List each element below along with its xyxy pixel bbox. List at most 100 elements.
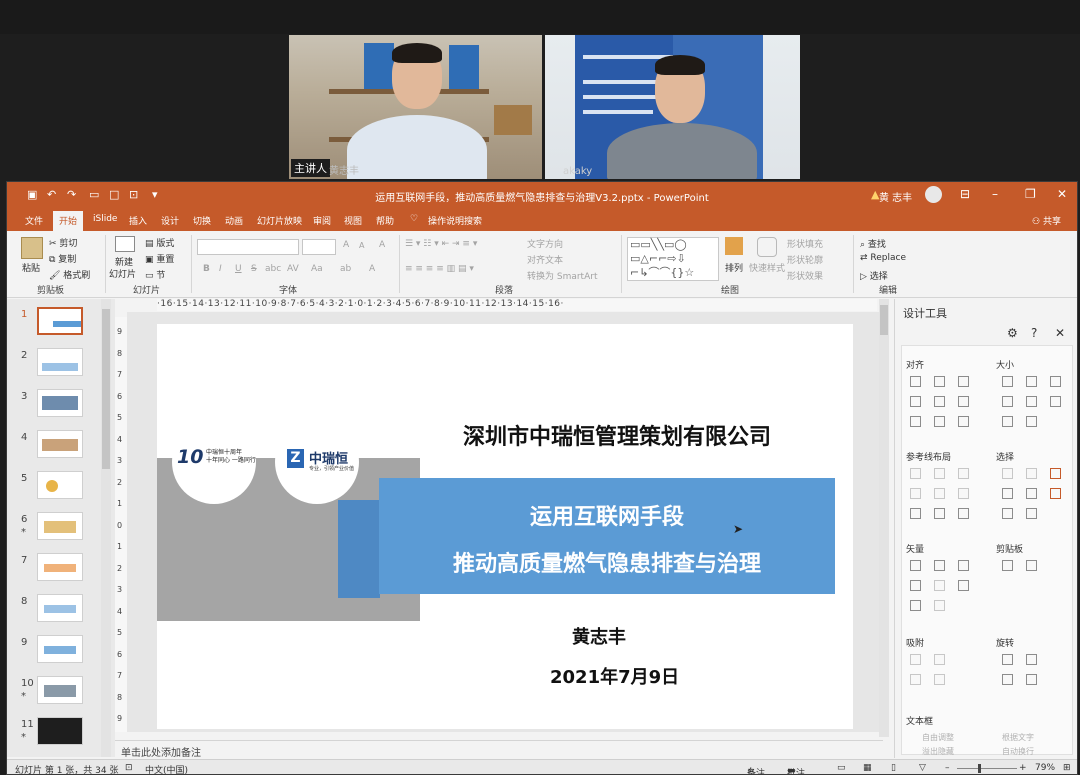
zoom-in-button[interactable]: + <box>1019 763 1027 773</box>
paste-button[interactable]: 粘贴 <box>22 261 40 274</box>
new-slide-button-2[interactable]: 幻灯片 <box>109 267 136 280</box>
guide-bottom-icon[interactable] <box>958 488 969 499</box>
select-stack-icon[interactable] <box>1026 488 1037 499</box>
language[interactable]: 中文(中国) <box>145 763 188 774</box>
rotate-left-icon[interactable] <box>1002 654 1013 665</box>
company-name[interactable]: 深圳市中瑞恒管理策划有限公司 <box>463 419 771 451</box>
zoom-slider-thumb[interactable] <box>978 764 981 773</box>
overflow-option[interactable]: 溢出隐藏 <box>922 746 954 757</box>
tell-me-icon[interactable]: ♡ <box>410 214 418 224</box>
arrange-button[interactable]: 排列 <box>725 261 743 274</box>
same-width-icon[interactable] <box>1002 376 1013 387</box>
fragment-icon[interactable] <box>958 560 969 571</box>
slide-author[interactable]: 黄志丰 <box>572 623 626 649</box>
align-icons[interactable]: ≡ ≡ ≡ ≡ ▥ ▤ ▾ <box>405 264 474 274</box>
tab-slideshow[interactable]: 幻灯片放映 <box>257 214 302 227</box>
slide-1[interactable]: 10 中瑞恒十周年 十年同心 一路同行 Z 中瑞恒 专业，引领产业价值 深圳市中瑞… <box>157 324 853 729</box>
align-left-icon[interactable] <box>910 376 921 387</box>
thumbnail-slide-10[interactable] <box>37 676 83 704</box>
tab-view[interactable]: 视图 <box>344 214 362 227</box>
thumbnail-slide-4[interactable] <box>37 430 83 458</box>
video-tile-participant[interactable]: akaky <box>545 35 800 179</box>
distribute-v-icon[interactable] <box>934 416 945 427</box>
select-up-icon[interactable] <box>1002 488 1013 499</box>
spellcheck-icon[interactable]: ⊡ <box>125 763 133 773</box>
reset-button[interactable]: ▣ 重置 <box>145 252 174 265</box>
font-family-combo[interactable] <box>197 239 299 255</box>
quick-styles-icon[interactable] <box>757 237 777 257</box>
flip-h-icon[interactable] <box>1026 674 1037 685</box>
guide-fill-icon[interactable] <box>958 508 969 519</box>
align-center-icon[interactable] <box>934 376 945 387</box>
grow-font-button[interactable]: A <box>343 240 349 250</box>
snap-2-icon[interactable] <box>934 654 945 665</box>
tab-home[interactable]: 开始 <box>53 211 84 232</box>
close-icon[interactable]: ✕ <box>1055 326 1065 340</box>
select-layer-icon[interactable] <box>1026 508 1037 519</box>
maximize-button[interactable]: ❐ <box>1025 187 1036 201</box>
fit-icon[interactable] <box>1050 396 1061 407</box>
zoom-slider[interactable] <box>957 768 1017 769</box>
rotate-right-icon[interactable] <box>1026 654 1037 665</box>
help-icon[interactable]: ? <box>1031 326 1037 340</box>
copy-format-icon[interactable] <box>1002 560 1013 571</box>
slideshow-view-icon[interactable]: ▽ <box>919 763 926 773</box>
size-lock-icon[interactable] <box>1026 416 1037 427</box>
select-pointer-icon[interactable] <box>1050 488 1061 499</box>
format-painter-button[interactable]: 🖌 格式刷 <box>49 268 90 281</box>
select-checked-icon[interactable] <box>1050 468 1061 479</box>
clear-format-button[interactable]: A <box>379 240 385 250</box>
bullets-icon[interactable]: ☰ ▾ ☷ ▾ ⇤ ⇥ ≡ ▾ <box>405 239 477 249</box>
paste-icon[interactable] <box>21 237 43 259</box>
bold-button[interactable]: B <box>203 264 210 274</box>
thumbnail-slide-2[interactable] <box>37 348 83 376</box>
swap-icon[interactable] <box>1002 416 1013 427</box>
change-case-button[interactable]: Aa <box>311 264 323 274</box>
thumbnail-slide-6[interactable] <box>37 512 83 540</box>
shadow-button[interactable]: abc <box>265 264 281 274</box>
snap-4-icon[interactable] <box>934 674 945 685</box>
align-bottom-icon[interactable] <box>958 396 969 407</box>
notes-area[interactable]: 单击此处添加备注 <box>115 740 883 759</box>
tab-review[interactable]: 审阅 <box>313 214 331 227</box>
new-slide-icon[interactable] <box>115 236 135 252</box>
italic-button[interactable]: I <box>219 264 222 274</box>
thumbnail-slide-7[interactable] <box>37 553 83 581</box>
edit-points-icon[interactable] <box>958 580 969 591</box>
select-same-icon[interactable] <box>1026 468 1037 479</box>
distribute-h-icon[interactable] <box>910 416 921 427</box>
snap-1-icon[interactable] <box>910 654 921 665</box>
thumbnail-slide-5[interactable] <box>37 471 83 499</box>
text-direction-button[interactable]: 文字方向 <box>527 237 563 250</box>
width-icon[interactable] <box>1002 396 1013 407</box>
video-tile-presenter[interactable]: 主讲人 黄志丰 <box>289 35 542 179</box>
reading-view-icon[interactable]: ▯ <box>891 763 896 773</box>
subtract-icon[interactable] <box>934 580 945 591</box>
align-top-icon[interactable] <box>910 396 921 407</box>
union-icon[interactable] <box>910 560 921 571</box>
ribbon-display-icon[interactable]: ⊟ <box>960 187 970 201</box>
normal-view-icon[interactable]: ▭ <box>837 763 846 773</box>
thumbnail-slide-1[interactable] <box>37 307 83 335</box>
section-button[interactable]: ▭ 节 <box>145 268 165 281</box>
replace-button[interactable]: ⇄ Replace <box>860 253 906 263</box>
tell-me-search[interactable]: 操作说明搜索 <box>428 214 482 227</box>
sorter-view-icon[interactable]: ▦ <box>863 763 872 773</box>
guide-top-icon[interactable] <box>910 488 921 499</box>
guide-center-icon[interactable] <box>934 468 945 479</box>
intersect-icon[interactable] <box>910 580 921 591</box>
paste-format-icon[interactable] <box>1026 560 1037 571</box>
shape-effects-button[interactable]: 形状效果 <box>787 269 823 282</box>
slide-title-line-2[interactable]: 推动高质量燃气隐患排查与治理 <box>379 546 835 578</box>
char-spacing-button[interactable]: AV <box>287 264 299 274</box>
fit-text-option[interactable]: 根据文字 <box>1002 732 1034 743</box>
thumbnail-slide-3[interactable] <box>37 389 83 417</box>
select-button[interactable]: ▷ 选择 <box>860 269 888 282</box>
align-slide-icon[interactable] <box>958 416 969 427</box>
guide-left-icon[interactable] <box>910 468 921 479</box>
find-button[interactable]: ⌕ 查找 <box>860 237 886 250</box>
shape-vector-icon[interactable] <box>934 600 945 611</box>
align-text-button[interactable]: 对齐文本 <box>527 253 563 266</box>
quick-styles-button[interactable]: 快速样式 <box>749 261 785 274</box>
underline-button[interactable]: U <box>235 264 242 274</box>
